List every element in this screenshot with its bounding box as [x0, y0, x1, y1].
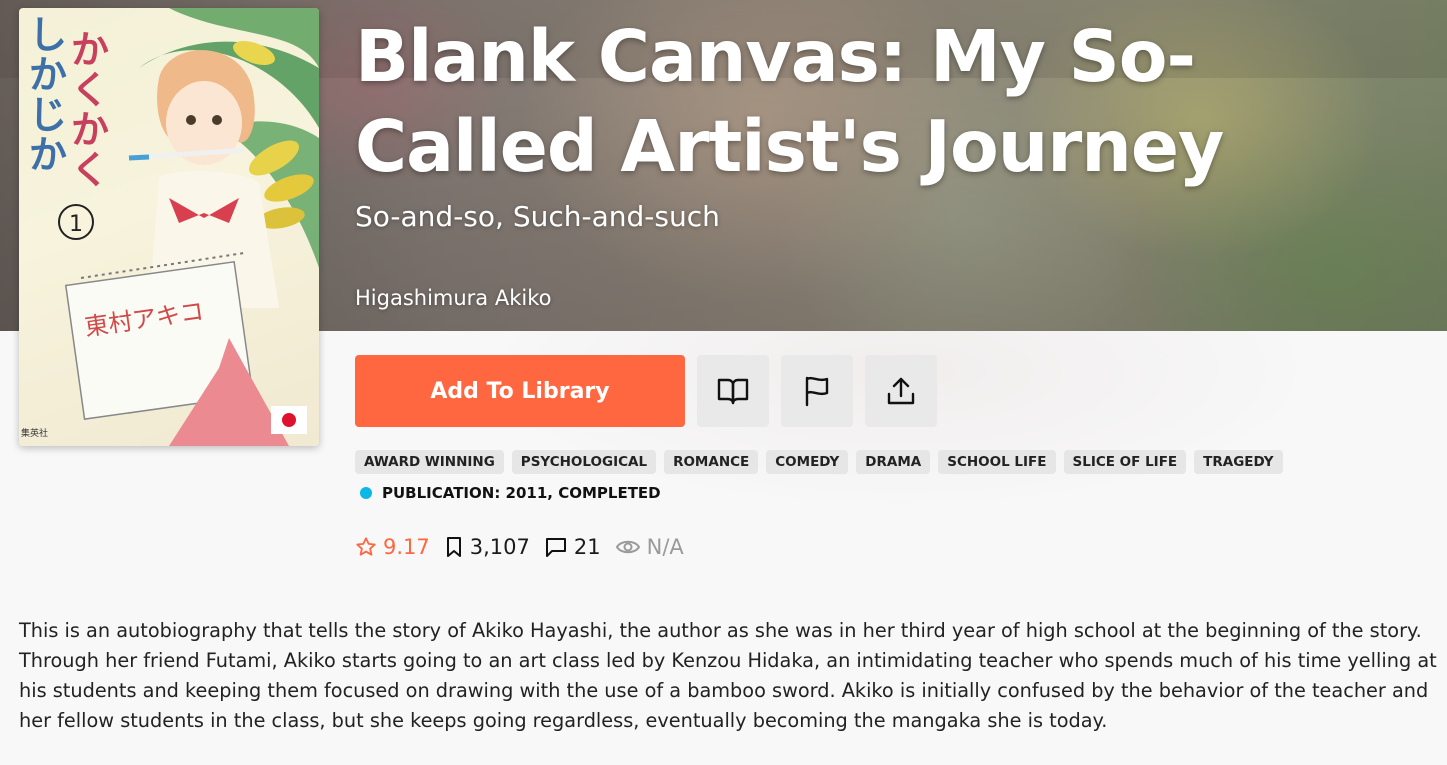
comments-stat[interactable]: 21	[544, 535, 601, 559]
report-button[interactable]	[781, 355, 853, 427]
follows-stat: 3,107	[444, 535, 530, 559]
cover-illustration: か く か く し か じ か 1 東村アキコ 集英社	[21, 8, 319, 446]
svg-text:集英社: 集英社	[21, 427, 48, 439]
author-name[interactable]: Higashimura Akiko	[355, 286, 551, 310]
bookmark-icon	[446, 537, 461, 557]
synopsis: This is an autobiography that tells the …	[19, 619, 1437, 732]
share-button[interactable]	[865, 355, 937, 427]
genre-tags: AWARD WINNING PSYCHOLOGICAL ROMANCE COME…	[355, 450, 1283, 474]
comment-icon	[545, 538, 566, 557]
add-to-library-button[interactable]: Add To Library	[355, 355, 685, 427]
tag[interactable]: TRAGEDY	[1194, 450, 1283, 474]
tag[interactable]: COMEDY	[766, 450, 849, 474]
read-button[interactable]	[697, 355, 769, 427]
tag[interactable]: AWARD WINNING	[355, 450, 504, 474]
alternative-title: So-and-so, Such-and-such	[355, 200, 720, 233]
share-upload-icon	[887, 377, 915, 405]
svg-text:く: く	[71, 68, 109, 112]
tag[interactable]: SCHOOL LIFE	[938, 450, 1056, 474]
views-count: N/A	[646, 535, 684, 559]
svg-text:か: か	[71, 108, 109, 152]
svg-text:く: く	[71, 148, 109, 192]
comments-count: 21	[573, 535, 601, 559]
svg-text:か: か	[71, 28, 109, 72]
follows-count: 3,107	[469, 535, 530, 559]
publication-text: PUBLICATION: 2011, COMPLETED	[382, 484, 661, 502]
svg-text:し: し	[29, 13, 67, 57]
open-book-icon	[717, 378, 749, 405]
tag[interactable]: ROMANCE	[664, 450, 759, 474]
flag-icon	[805, 376, 829, 407]
svg-text:じ: じ	[29, 93, 67, 137]
rating-value: 9.17	[383, 535, 430, 559]
eye-icon	[615, 540, 640, 554]
svg-text:か: か	[29, 133, 67, 177]
tag[interactable]: DRAMA	[856, 450, 931, 474]
svg-text:か: か	[29, 53, 67, 97]
cover-image[interactable]: か く か く し か じ か 1 東村アキコ 集英社	[19, 8, 319, 446]
tag[interactable]: PSYCHOLOGICAL	[511, 450, 657, 474]
rating-stat[interactable]: 9.17	[355, 535, 430, 559]
views-stat: N/A	[615, 535, 684, 559]
status-dot	[360, 487, 372, 499]
star-icon	[356, 537, 376, 556]
svg-text:1: 1	[69, 212, 83, 237]
page-title: Blank Canvas: My So-Called Artist's Jour…	[355, 15, 1224, 188]
stats-row: 9.17 3,107 21 N/A	[355, 535, 698, 559]
tag[interactable]: SLICE OF LIFE	[1063, 450, 1187, 474]
publication-info: PUBLICATION: 2011, COMPLETED	[360, 484, 661, 502]
